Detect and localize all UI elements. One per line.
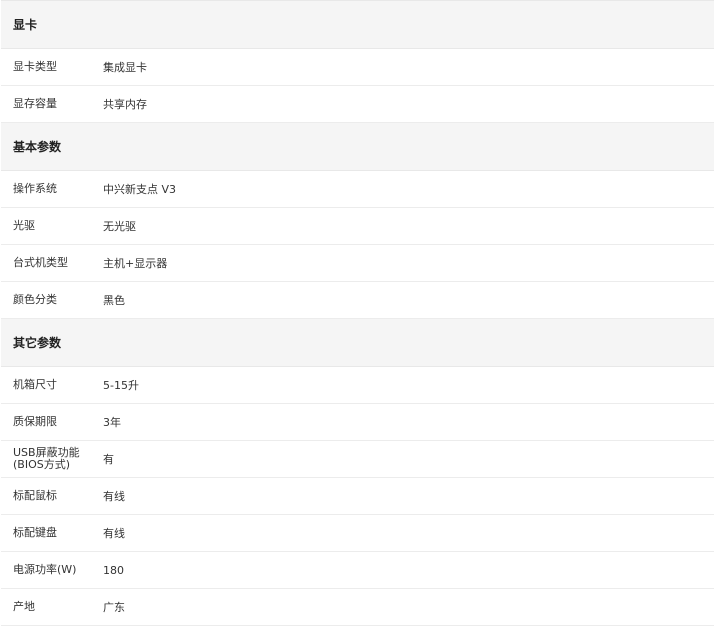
spec-row: 显存容量 共享内存 [1, 86, 714, 123]
spec-value: 有 [103, 453, 114, 466]
spec-key: USB屏蔽功能 (BIOS方式) [13, 446, 80, 471]
spec-row: 台式机类型 主机+显示器 [1, 245, 714, 282]
spec-value: 共享内存 [103, 98, 147, 111]
spec-key: 机箱尺寸 [13, 378, 57, 391]
spec-value: 黑色 [103, 294, 125, 307]
spec-row: 显卡类型 集成显卡 [1, 49, 714, 86]
spec-key: 电源功率(W) [13, 563, 77, 576]
spec-value: 3年 [103, 416, 121, 429]
spec-key: 显存容量 [13, 97, 57, 110]
spec-row: USB屏蔽功能 (BIOS方式) 有 [1, 441, 714, 478]
spec-value: 中兴新支点 V3 [103, 183, 177, 196]
spec-key: 标配鼠标 [13, 489, 57, 502]
spec-value: 有线 [103, 490, 125, 503]
section-header-basic-params: 基本参数 [1, 123, 714, 171]
spec-value: 180 [103, 563, 124, 577]
spec-key: 标配键盘 [13, 526, 57, 539]
spec-row: 标配键盘 有线 [1, 515, 714, 552]
spec-value: 集成显卡 [103, 61, 147, 74]
spec-key: 颜色分类 [13, 293, 57, 306]
spec-value: 无光驱 [103, 220, 136, 233]
spec-table: 显卡 显卡类型 集成显卡 显存容量 共享内存 基本参数 操作系统 中兴新支点 V… [1, 0, 714, 626]
spec-key: 质保期限 [13, 415, 57, 428]
section-header-graphics: 显卡 [1, 1, 714, 49]
spec-row: 颜色分类 黑色 [1, 282, 714, 319]
spec-key: 光驱 [13, 219, 35, 232]
spec-row: 操作系统 中兴新支点 V3 [1, 171, 714, 208]
spec-key: 产地 [13, 600, 35, 613]
spec-row: 电源功率(W) 180 [1, 552, 714, 589]
spec-value: 有线 [103, 527, 125, 540]
section-header-other-params: 其它参数 [1, 319, 714, 367]
spec-row: 质保期限 3年 [1, 404, 714, 441]
spec-row: 产地 广东 [1, 589, 714, 626]
spec-key: 操作系统 [13, 182, 57, 195]
spec-key: 台式机类型 [13, 256, 68, 269]
spec-row: 机箱尺寸 5-15升 [1, 367, 714, 404]
spec-value: 广东 [103, 601, 125, 614]
spec-value: 5-15升 [103, 379, 139, 392]
spec-key: 显卡类型 [13, 60, 57, 73]
spec-row: 标配鼠标 有线 [1, 478, 714, 515]
spec-value: 主机+显示器 [103, 257, 168, 270]
spec-row: 光驱 无光驱 [1, 208, 714, 245]
